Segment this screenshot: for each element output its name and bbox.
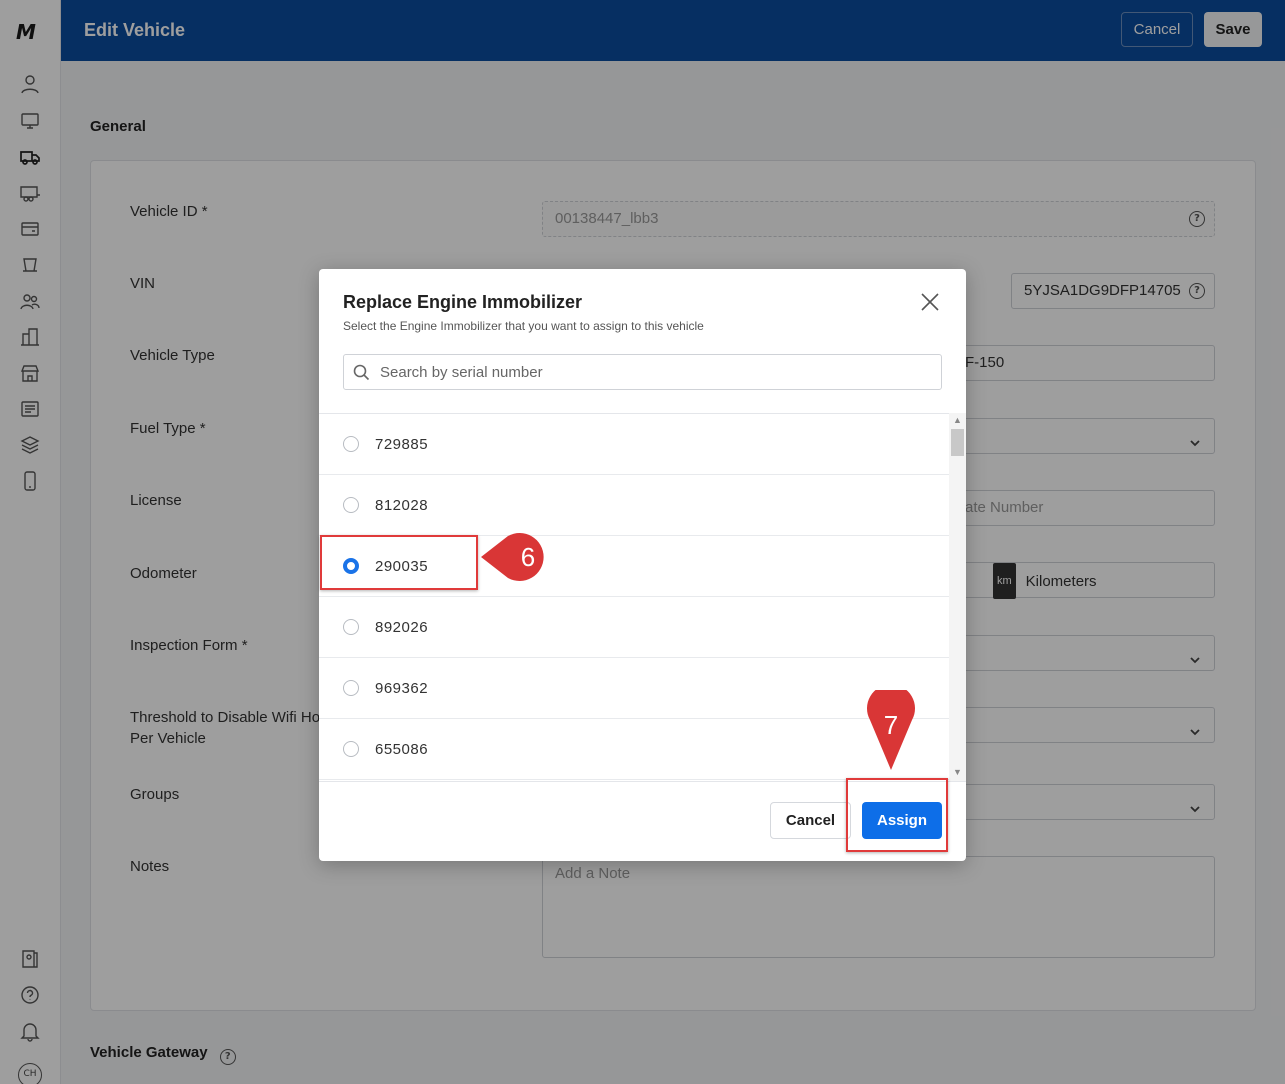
list-item[interactable]: 729885 (319, 414, 949, 475)
search-input[interactable] (343, 354, 942, 390)
serial-number: 812028 (375, 497, 429, 514)
search-icon (353, 364, 370, 381)
serial-number: 729885 (375, 436, 429, 453)
list-scrollbar[interactable]: ▲ ▼ (949, 413, 966, 781)
radio-button[interactable] (343, 741, 359, 757)
serial-number: 969362 (375, 680, 429, 697)
scroll-up-icon[interactable]: ▲ (953, 415, 962, 425)
close-icon[interactable] (919, 291, 941, 313)
serial-number: 892026 (375, 619, 429, 636)
list-item[interactable]: 969362 (319, 658, 949, 719)
highlight-selected-item (320, 535, 478, 590)
scroll-down-icon[interactable]: ▼ (953, 767, 962, 777)
list-item[interactable]: 655086 (319, 719, 949, 780)
list-item[interactable]: 812028 (319, 475, 949, 536)
scroll-thumb[interactable] (951, 429, 964, 456)
immobilizer-list: 729885 812028 290035 892026 969362 65508… (319, 413, 949, 781)
serial-number: 655086 (375, 741, 429, 758)
radio-button[interactable] (343, 436, 359, 452)
list-item[interactable]: 892026 (319, 597, 949, 658)
step-6-number: 6 (521, 542, 535, 572)
radio-button[interactable] (343, 497, 359, 513)
modal-subtitle: Select the Engine Immobilizer that you w… (343, 319, 704, 333)
radio-button[interactable] (343, 619, 359, 635)
radio-button[interactable] (343, 680, 359, 696)
modal-title: Replace Engine Immobilizer (343, 292, 583, 312)
highlight-assign-button (846, 778, 948, 852)
step-7-callout: 7 (867, 690, 915, 770)
step-6-callout: 6 (481, 533, 544, 581)
cancel-button[interactable]: Cancel (770, 802, 851, 839)
step-7-number: 7 (884, 710, 898, 740)
